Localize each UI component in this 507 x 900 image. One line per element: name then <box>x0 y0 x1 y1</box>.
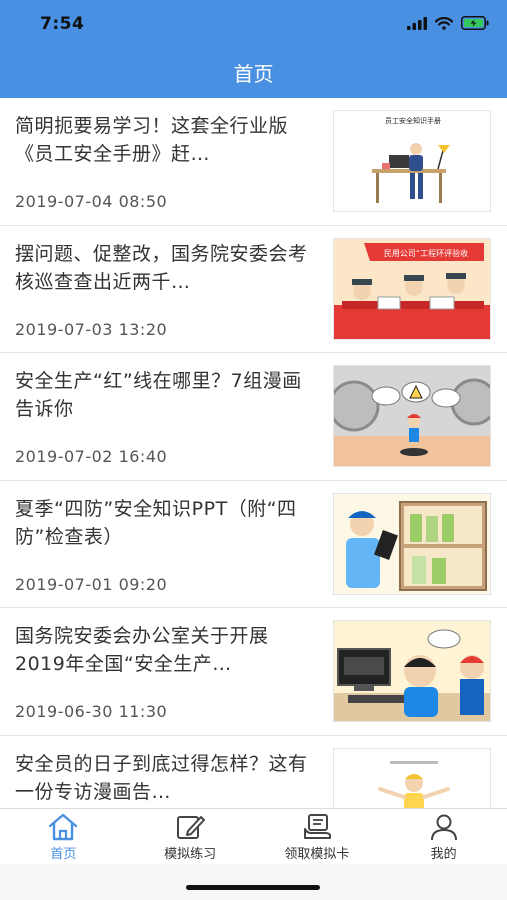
tab-practice-label: 模拟练习 <box>164 847 217 862</box>
article-item[interactable]: 夏季“四防”安全知识PPT（附“四防”检查表） 2019-07-01 09:20 <box>0 481 507 608</box>
article-item[interactable]: 安全生产“红”线在哪里？7组漫画告诉你 2019-07-02 16:40 <box>0 353 507 481</box>
home-indicator-area <box>0 864 507 900</box>
svg-text:员工安全知识手册: 员工安全知识手册 <box>385 116 441 125</box>
tab-home[interactable]: 首页 <box>0 809 127 864</box>
tab-card[interactable]: 领取模拟卡 <box>254 809 381 864</box>
tab-practice[interactable]: 模拟练习 <box>127 809 254 864</box>
tab-bar: 首页 模拟练习 领取模拟卡 我的 <box>0 808 507 864</box>
tab-profile-label: 我的 <box>430 847 457 862</box>
tab-card-label: 领取模拟卡 <box>284 847 350 862</box>
svg-text:民用公司“工程环评验收: 民用公司“工程环评验收 <box>384 248 468 258</box>
article-item[interactable]: 简明扼要易学习！这套全行业版《员工安全手册》赶… 2019-07-04 08:5… <box>0 98 507 226</box>
article-date: 2019-06-30 11:30 <box>15 702 168 721</box>
article-item[interactable]: 摆问题、促整改，国务院安委会考核巡查查出近两千… 2019-07-03 13:2… <box>0 226 507 353</box>
user-icon <box>430 814 457 841</box>
article-date: 2019-07-01 09:20 <box>15 574 168 594</box>
signal-icon <box>407 16 427 30</box>
home-icon <box>49 813 78 841</box>
article-title: 安全生产“红”线在哪里？7组漫画告诉你 <box>15 370 302 420</box>
nav-header: 7:54 首页 <box>0 0 507 98</box>
status-bar: 7:54 <box>0 0 507 50</box>
article-thumbnail <box>333 492 491 595</box>
article-thumbnail <box>333 747 491 808</box>
wifi-icon <box>435 16 453 30</box>
edit-icon <box>177 816 206 839</box>
article-date: 2019-07-02 16:40 <box>15 447 168 466</box>
article-item[interactable]: 国务院安委会办公室关于开展2019年全国“安全生产… 2019-06-30 11… <box>0 608 507 736</box>
status-time: 7:54 <box>40 14 85 34</box>
battery-icon <box>461 16 489 30</box>
card-stack-icon <box>303 814 331 839</box>
article-date: 2019-07-04 08:50 <box>15 192 168 211</box>
tab-home-label: 首页 <box>50 847 77 862</box>
article-title: 简明扼要易学习！这套全行业版《员工安全手册》赶… <box>15 115 289 165</box>
article-thumbnail: 民用公司“工程环评验收 <box>333 237 491 340</box>
article-thumbnail: 员工安全知识手册 <box>333 110 491 212</box>
article-title: 夏季“四防”安全知识PPT（附“四防”检查表） <box>15 497 297 548</box>
home-indicator[interactable] <box>186 885 320 890</box>
article-thumbnail <box>333 365 491 467</box>
article-title: 国务院安委会办公室关于开展2019年全国“安全生产… <box>15 625 269 675</box>
tab-profile[interactable]: 我的 <box>380 809 507 864</box>
article-title: 安全员的日子到底过得怎样？这有一份专访漫画告… <box>15 752 308 803</box>
article-date: 2019-07-03 13:20 <box>15 319 168 339</box>
status-icons <box>407 16 489 30</box>
article-item[interactable]: 安全员的日子到底过得怎样？这有一份专访漫画告… <box>0 736 507 808</box>
article-title: 摆问题、促整改，国务院安委会考核巡查查出近两千… <box>15 242 308 293</box>
article-list[interactable]: 简明扼要易学习！这套全行业版《员工安全手册》赶… 2019-07-04 08:5… <box>0 98 507 808</box>
article-thumbnail <box>333 620 491 722</box>
page-title: 首页 <box>233 62 274 86</box>
